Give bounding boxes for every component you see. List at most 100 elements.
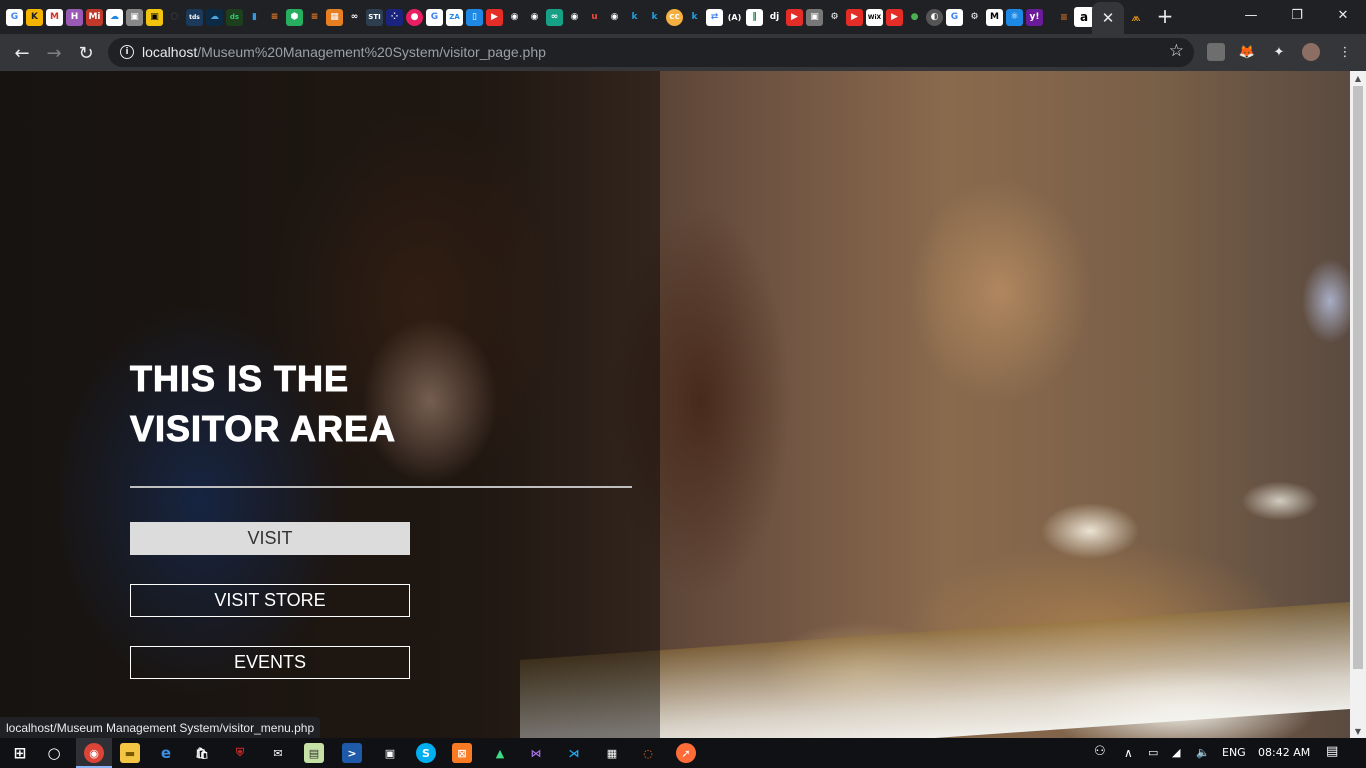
phone-icon[interactable]: ZA [446, 8, 463, 26]
medium-icon[interactable]: ⚙ [966, 8, 983, 26]
store-icon[interactable]: 🛍 [192, 743, 212, 763]
youtube-icon[interactable]: ▯ [466, 8, 483, 26]
google-icon[interactable]: G [6, 8, 23, 26]
battery-icon[interactable]: ▭ [1148, 746, 1158, 759]
stack-tab-icon[interactable]: ≡ [1054, 7, 1074, 27]
k2-icon[interactable]: ◉ [606, 8, 623, 26]
yellow-app-icon[interactable]: ▣ [146, 8, 163, 26]
youtube3-icon[interactable]: ⚙ [826, 8, 843, 26]
edge-icon[interactable]: e [156, 743, 176, 763]
site-info-icon[interactable]: i [120, 45, 134, 59]
close-window-button[interactable]: ✕ [1320, 0, 1366, 30]
tab-favicon[interactable]: ⩕ [1126, 7, 1146, 27]
docker-icon[interactable]: ▶ [786, 8, 803, 26]
cloud-icon[interactable]: ☁ [106, 8, 123, 26]
github4-icon[interactable]: ∞ [546, 8, 563, 26]
visit-button[interactable]: VISIT [130, 522, 410, 555]
scroll-down-icon[interactable]: ▼ [1350, 724, 1366, 738]
k-icon[interactable]: K [26, 8, 43, 26]
visual-studio-icon[interactable]: ⋈ [526, 743, 546, 763]
powershell-icon[interactable]: > [342, 743, 362, 763]
django-icon[interactable]: ‖ [746, 8, 763, 26]
python-icon[interactable]: ▣ [806, 8, 823, 26]
python2-icon[interactable]: G [946, 8, 963, 26]
globe-icon[interactable]: ● [906, 8, 923, 26]
github5-icon[interactable]: u [586, 8, 603, 26]
chrome-icon[interactable]: ◉ [84, 743, 104, 763]
page-scrollbar[interactable]: ▲ ▼ [1350, 71, 1366, 738]
tds-icon[interactable]: tds [186, 8, 203, 26]
mcafee-icon[interactable]: ⛨ [230, 743, 250, 763]
doc-icon[interactable]: ▣ [126, 8, 143, 26]
tray-chevron-icon[interactable]: ∧ [1124, 746, 1133, 760]
codesandbox-icon[interactable]: ◉ [526, 8, 543, 26]
new-tab-button[interactable]: + [1154, 4, 1176, 28]
visit-store-button[interactable]: VISIT STORE [130, 584, 410, 617]
profile-avatar[interactable] [1302, 43, 1320, 61]
k3-icon[interactable]: k [626, 8, 643, 26]
cc-icon[interactable]: k [646, 8, 663, 26]
active-tab[interactable]: ✕ [1092, 2, 1124, 34]
clock[interactable]: 08:42 AM [1258, 746, 1310, 759]
metamask-icon[interactable]: 🦊 [1238, 43, 1256, 61]
github3-icon[interactable]: ◉ [506, 8, 523, 26]
za-icon[interactable]: G [426, 8, 443, 26]
infinity-icon[interactable]: ▦ [326, 8, 343, 26]
ds-icon[interactable]: ds [226, 8, 243, 26]
volume-icon[interactable]: 🔈 [1196, 746, 1210, 759]
forward-icon[interactable]: → [40, 39, 68, 67]
stack-icon[interactable]: ≡ [266, 8, 283, 26]
react-icon[interactable]: M [986, 8, 1003, 26]
h-icon[interactable]: H [66, 8, 83, 26]
dots-icon[interactable]: STI [366, 8, 383, 26]
back-icon[interactable]: ← [8, 39, 36, 67]
restore-button[interactable]: ❐ [1274, 0, 1320, 30]
extensions-puzzle-icon[interactable]: ✦ [1270, 43, 1288, 61]
scroll-thumb[interactable] [1353, 86, 1363, 669]
camera-icon[interactable]: ▣ [380, 743, 400, 763]
amazon-icon[interactable]: a [1074, 7, 1094, 27]
scroll-up-icon[interactable]: ▲ [1350, 71, 1366, 85]
url-text[interactable]: localhost/Museum%20Management%20System/v… [142, 44, 546, 60]
language-indicator[interactable]: ENG [1222, 746, 1246, 759]
bookmark-star-icon[interactable]: ☆ [1169, 41, 1184, 61]
windows-start-icon[interactable]: ⊞ [10, 743, 30, 763]
youtube4-icon[interactable]: WiX [866, 8, 883, 26]
k4-icon[interactable]: cc [666, 8, 683, 26]
bar-chart-icon[interactable]: ▮ [246, 8, 263, 26]
google2-icon[interactable]: ● [406, 8, 423, 26]
github-icon[interactable]: ⬡ [166, 8, 183, 26]
stack3-icon[interactable]: y! [1026, 8, 1043, 26]
network-icon[interactable]: ◢ [1172, 746, 1180, 759]
u-icon[interactable]: ◉ [566, 8, 583, 26]
notepad-icon[interactable]: ▤ [304, 743, 324, 763]
minimize-button[interactable]: — [1228, 0, 1274, 30]
file-explorer-icon[interactable]: ▬ [120, 743, 140, 763]
yahoo-icon[interactable]: ⚛ [1006, 8, 1023, 26]
mathjax-icon[interactable]: ⇄ [706, 8, 723, 26]
mi-icon[interactable]: Mi [86, 8, 103, 26]
wix-icon[interactable]: ▶ [846, 8, 863, 26]
mongo-icon[interactable]: ▶ [886, 8, 903, 26]
tab-close-icon[interactable]: ✕ [1102, 9, 1115, 27]
gmail-icon[interactable]: M [46, 8, 63, 26]
github2-icon[interactable]: ▶ [486, 8, 503, 26]
stack2-icon[interactable]: ⬢ [286, 8, 303, 26]
youtube2-icon[interactable]: dj [766, 8, 783, 26]
hi-icon[interactable]: (A) [726, 8, 743, 26]
translate-icon[interactable]: k [686, 8, 703, 26]
app-window-icon[interactable]: ▦ [602, 743, 622, 763]
mail-icon[interactable]: ✉ [268, 743, 288, 763]
jupyter-icon[interactable]: ◌ [638, 743, 658, 763]
grid-icon[interactable]: ≡ [306, 8, 323, 26]
postman-icon[interactable]: ➚ [676, 743, 696, 763]
address-bar[interactable]: i localhost/Museum%20Management%20System… [108, 38, 1194, 67]
google3-icon[interactable]: ◐ [926, 8, 943, 26]
events-button[interactable]: EVENTS [130, 646, 410, 679]
extension-icon[interactable] [1207, 43, 1225, 61]
str-icon[interactable]: ∞ [346, 8, 363, 26]
menu-kebab-icon[interactable]: ⋮ [1336, 43, 1354, 61]
vscode-icon[interactable]: ⋊ [564, 743, 584, 763]
record-icon[interactable]: ⁘ [386, 8, 403, 26]
android-studio-icon[interactable]: ▲ [490, 743, 510, 763]
